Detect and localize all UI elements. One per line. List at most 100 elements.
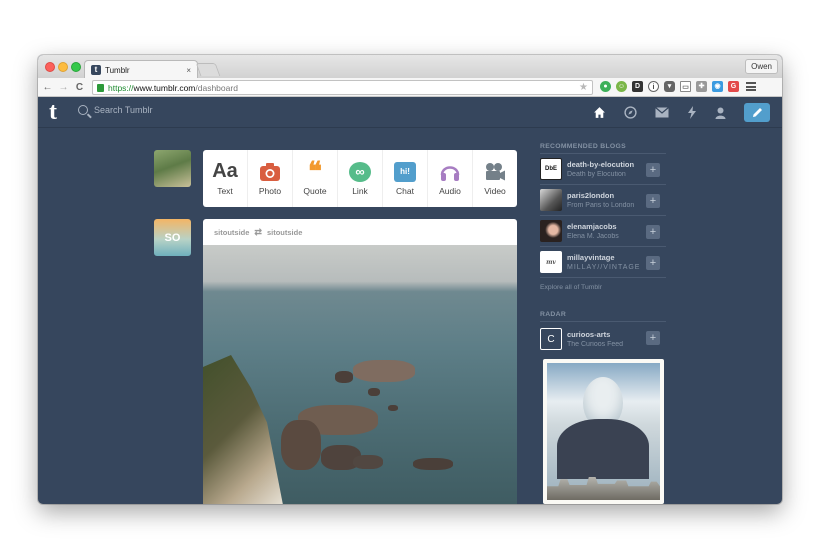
video-camera-icon: [486, 162, 505, 180]
post-type-text[interactable]: Aa Text: [203, 150, 248, 207]
follow-button[interactable]: +: [646, 225, 660, 239]
photo-rock: [413, 458, 453, 470]
tab-close-icon[interactable]: ×: [186, 66, 191, 75]
blog-name[interactable]: death-by-elocution: [567, 160, 643, 169]
recommended-blog-item[interactable]: paris2london From Paris to London +: [540, 185, 666, 216]
photo-cliff: [203, 355, 283, 504]
extension-info-icon[interactable]: i: [648, 81, 659, 92]
radar-heading: RADAR: [540, 311, 666, 322]
extension-green-pin-icon[interactable]: ●: [600, 81, 611, 92]
blog-name[interactable]: paris2london: [567, 191, 643, 200]
post-author-link[interactable]: sitoutside: [214, 228, 249, 237]
zoom-window-button[interactable]: [71, 62, 81, 72]
chat-icon: hi!: [394, 161, 416, 182]
radar-art-figure: [557, 419, 649, 479]
post-photo[interactable]: [203, 245, 517, 504]
search-box[interactable]: Search Tumblr: [78, 105, 153, 115]
post-type-link[interactable]: ∞ Link: [338, 150, 383, 207]
search-icon: [78, 105, 88, 115]
poster-avatar[interactable]: SO: [154, 219, 191, 256]
extension-puzzle-icon[interactable]: D: [632, 81, 643, 92]
recommended-blogs-heading: RECOMMENDED BLOGS: [540, 143, 666, 154]
my-avatar[interactable]: [154, 150, 191, 187]
post-type-bar: Aa Text Photo ❝ Quote ∞ Link hi! Chat Au: [203, 150, 517, 207]
photo-rock: [368, 388, 380, 396]
sidebar: RECOMMENDED BLOGS DbE death-by-elocution…: [540, 143, 666, 504]
photo-rock: [388, 405, 398, 411]
recommended-blog-item[interactable]: elenamjacobs Elena M. Jacobs +: [540, 216, 666, 247]
chrome-menu-icon[interactable]: [746, 82, 756, 91]
profile-button[interactable]: Owen: [745, 59, 778, 74]
blog-name[interactable]: elenamjacobs: [567, 222, 643, 231]
blog-title: MILLAY//VINTAGE: [567, 264, 641, 271]
extension-grammarly-icon[interactable]: G: [728, 81, 739, 92]
follow-button[interactable]: +: [646, 256, 660, 270]
blog-avatar: C: [540, 328, 562, 350]
tab-strip: t Tumblr × Owen: [38, 55, 782, 79]
extension-pocket-icon[interactable]: ▾: [664, 81, 675, 92]
extension-camera-icon[interactable]: ◉: [712, 81, 723, 92]
follow-button[interactable]: +: [646, 163, 660, 177]
recommended-blog-item[interactable]: DbE death-by-elocution Death by Elocutio…: [540, 154, 666, 185]
blog-name[interactable]: millayvintage: [567, 253, 643, 262]
radar-post-image[interactable]: [543, 359, 664, 504]
follow-button[interactable]: +: [646, 331, 660, 345]
bookmark-star-icon[interactable]: ★: [579, 82, 588, 93]
reload-button[interactable]: C: [73, 82, 86, 93]
dashboard: Aa Text Photo ❝ Quote ∞ Link hi! Chat Au: [38, 128, 782, 504]
camera-icon: [260, 162, 280, 181]
tumblr-favicon-icon: t: [91, 65, 101, 75]
photo-rock: [353, 360, 415, 382]
photo-rock: [335, 371, 353, 383]
radar-blog-item[interactable]: C curioos-arts The Curioos Feed +: [540, 322, 666, 356]
home-icon[interactable]: [593, 106, 606, 119]
tumblr-header: t Search Tumblr: [38, 97, 782, 128]
header-nav: [593, 103, 770, 122]
blog-avatar: [540, 220, 562, 242]
blog-avatar: [540, 189, 562, 211]
user-icon[interactable]: [715, 107, 726, 119]
link-icon: ∞: [349, 161, 371, 182]
compose-button[interactable]: [744, 103, 770, 122]
close-window-button[interactable]: [45, 62, 55, 72]
post-type-chat[interactable]: hi! Chat: [383, 150, 428, 207]
post-type-audio[interactable]: Audio: [428, 150, 473, 207]
tumblr-logo[interactable]: t: [49, 100, 57, 124]
new-tab-button[interactable]: [195, 63, 221, 76]
search-input[interactable]: Search Tumblr: [94, 105, 153, 115]
tab-tumblr[interactable]: t Tumblr ×: [84, 60, 198, 79]
post-header: sitoutside ⇄ sitoutside: [203, 219, 517, 245]
quote-icon: ❝: [308, 156, 322, 187]
text-icon: Aa: [212, 160, 238, 182]
lock-icon: [97, 83, 104, 92]
browser-window: t Tumblr × Owen ← → C https://www.tumblr…: [38, 55, 782, 504]
blog-name[interactable]: curioos-arts: [567, 330, 643, 339]
post-type-photo[interactable]: Photo: [248, 150, 293, 207]
address-bar[interactable]: https://www.tumblr.com/dashboard ★: [92, 80, 593, 95]
tab-title: Tumblr: [105, 65, 130, 75]
photo-post: sitoutside ⇄ sitoutside: [203, 219, 517, 504]
compass-icon[interactable]: [624, 106, 637, 119]
extension-plugin-icon[interactable]: ✚: [696, 81, 707, 92]
headphones-icon: [440, 165, 460, 181]
explore-link[interactable]: Explore all of Tumblr: [540, 278, 666, 311]
photo-rock: [353, 455, 383, 469]
browser-toolbar: ← → C https://www.tumblr.com/dashboard ★…: [38, 78, 782, 97]
post-type-quote[interactable]: ❝ Quote: [293, 150, 338, 207]
recommended-blog-item[interactable]: mv millayvintage MILLAY//VINTAGE +: [540, 247, 666, 278]
blog-title: Elena M. Jacobs: [567, 233, 619, 240]
minimize-window-button[interactable]: [58, 62, 68, 72]
post-type-video[interactable]: Video: [473, 150, 517, 207]
mail-icon[interactable]: [655, 107, 669, 118]
follow-button[interactable]: +: [646, 194, 660, 208]
extension-cast-icon[interactable]: ▭: [680, 81, 691, 92]
reblogged-from-link[interactable]: sitoutside: [267, 228, 302, 237]
back-button[interactable]: ←: [41, 82, 54, 93]
blog-title: The Curioos Feed: [567, 341, 624, 348]
extension-android-icon[interactable]: ☺: [616, 81, 627, 92]
forward-button[interactable]: →: [57, 82, 70, 93]
blog-avatar: mv: [540, 251, 562, 273]
reblog-icon: ⇄: [254, 226, 262, 237]
pencil-icon: [752, 108, 762, 117]
lightning-icon[interactable]: [687, 106, 697, 119]
